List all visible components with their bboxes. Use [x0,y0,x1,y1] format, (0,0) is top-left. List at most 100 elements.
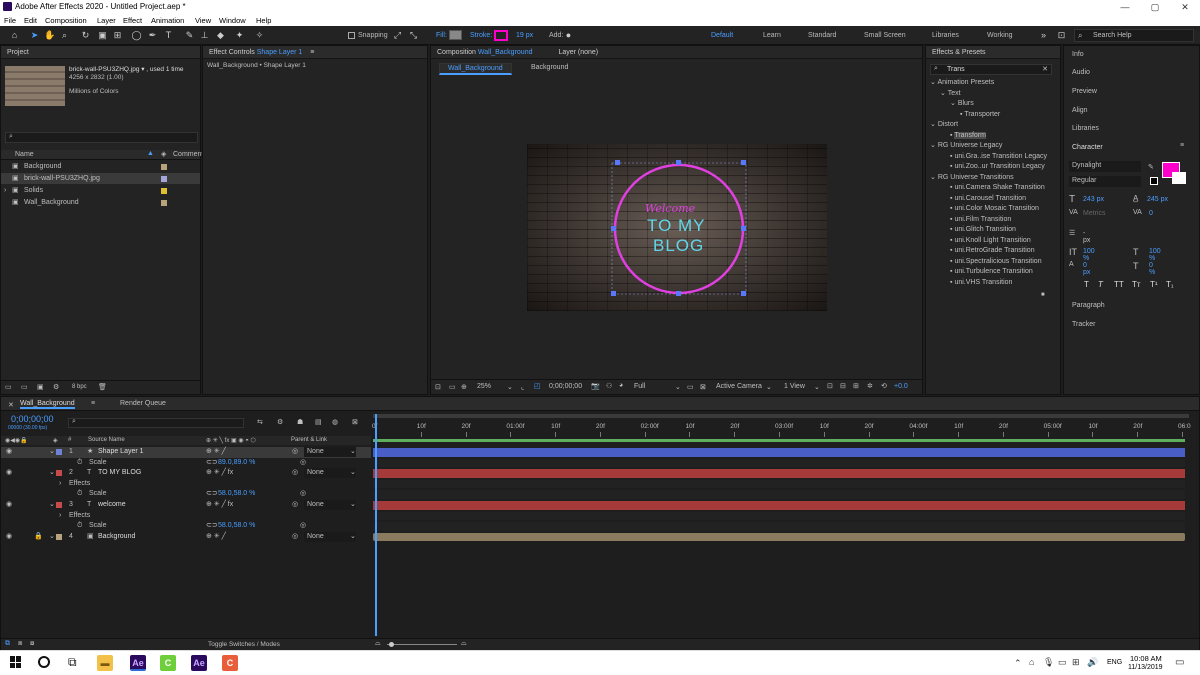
work-area-bar[interactable] [373,414,1189,418]
region-icon[interactable]: ◰ [534,382,541,390]
property-track[interactable] [373,458,1185,468]
workspace-small-screen[interactable]: Small Screen [864,32,906,39]
label-swatch[interactable] [161,164,167,170]
scale-value[interactable]: 58.0,58.0 % [218,489,255,499]
maximize-button[interactable]: ▢ [1140,0,1170,14]
puppet-tool-icon[interactable]: ✧ [254,30,265,41]
menu-effect[interactable]: Effect [123,16,142,25]
motion-blur-icon[interactable]: ◍ [332,418,338,426]
property-row[interactable]: › Effects [1,479,371,490]
col-name[interactable]: Name [15,151,34,158]
layer-name[interactable]: TO MY BLOG [98,468,141,478]
snap-feature-icon[interactable]: ⤡ [408,30,419,41]
sort-icon[interactable]: ▲ [147,150,154,157]
selection-tool-icon[interactable]: ➤ [29,30,40,41]
resolution-select[interactable]: Full [634,383,645,390]
color-channels-icon[interactable]: ◕ [619,382,623,389]
new-preset-icon[interactable]: ■ [1041,292,1045,298]
pan-behind-tool-icon[interactable]: ⊞ [112,30,123,41]
hand-tool-icon[interactable]: ✋ [44,30,55,41]
col-source-name[interactable]: Source Name [88,437,125,443]
comp-viewer-canvas[interactable]: Welcome TO MY BLOG [527,144,827,311]
pick-whip-icon[interactable]: ◎ [300,489,306,499]
layer-label-swatch[interactable] [56,449,62,455]
visibility-eye-icon[interactable]: ◉ [6,468,12,478]
clock-time[interactable]: 10:08 AM [1130,654,1162,663]
layer-name[interactable]: welcome [98,500,126,510]
roto-brush-tool-icon[interactable]: ✦ [234,30,245,41]
workspace-standard[interactable]: Standard [808,32,836,39]
magnify-icon[interactable]: ⊕ [461,383,467,391]
zoom-out-icon[interactable]: ⌓ [375,640,381,648]
notification-icon[interactable]: ▭ [1175,657,1184,668]
sync-icon[interactable]: ⊡ [1056,30,1067,41]
layer-track-bar[interactable] [373,448,1185,457]
handle-t[interactable] [676,160,681,165]
project-search-input[interactable]: ⌕ [5,132,198,143]
project-item[interactable]: ▣ Background [1,161,200,172]
fill-swatch[interactable] [449,30,462,40]
vertical-scale-value[interactable]: 100 % [1083,248,1095,262]
stroke-width-value[interactable]: 19 px [516,32,533,39]
cortana-search-icon[interactable] [38,656,50,668]
project-item[interactable]: ▣ brick-wall-PSU3ZHQ.jpg [1,173,200,184]
volume-icon[interactable]: 🔊 [1087,657,1098,668]
label-swatch[interactable] [161,176,167,182]
expand-arrow-icon[interactable]: › [59,479,61,489]
pick-whip-icon[interactable]: ◎ [292,500,298,510]
font-style-select[interactable]: Regular [1069,176,1141,187]
property-row[interactable]: ⏱ Scale ⊂⊃ 58.0,58.0 % ◎ [1,521,371,532]
timeline-current-time[interactable]: 0;00;00;00 [11,414,54,424]
expand-arrow-icon[interactable]: › [59,511,61,521]
playhead[interactable] [375,414,377,636]
handle-r[interactable] [741,226,746,231]
preview-panel-tab[interactable]: Preview [1072,86,1097,97]
search-help-field[interactable]: ⌕ Search Help [1074,29,1194,42]
font-family-select[interactable]: Dynalight [1069,161,1141,172]
project-tab[interactable]: Project [1,46,200,59]
current-time[interactable]: 0;00;00;00 [549,383,582,390]
effects-item[interactable]: ▪ Transporter [960,110,1000,121]
windows-start-icon[interactable] [10,656,22,668]
pick-whip-icon[interactable]: ◎ [292,468,298,478]
parent-select[interactable]: None [304,447,356,457]
link-icon[interactable]: ⊂⊃ [206,521,218,531]
roi-icon[interactable]: ▭ [687,383,694,391]
add-label[interactable]: Add: [549,32,563,39]
new-comp-icon[interactable]: ▣ [37,383,44,391]
stroke-color-swatch[interactable] [1172,172,1186,184]
reset-exposure-icon[interactable]: ⟲ [881,382,887,390]
link-icon[interactable]: ⊂⊃ [206,458,218,468]
effects-item[interactable]: ▪ uni.VHS Transition [950,278,1012,289]
baseline-shift-value[interactable]: 0 px [1083,262,1090,276]
show-snapshot-icon[interactable]: ⚇ [606,382,612,390]
eyedropper-icon[interactable]: ✎ [1148,163,1154,171]
visibility-eye-icon[interactable]: ◉ [6,532,12,542]
parent-select[interactable]: None [304,500,356,510]
layer-name[interactable]: Background [98,532,135,542]
effects-category[interactable]: ⌄ RG Universe Transitions [930,173,1014,184]
handle-tl[interactable] [615,160,620,165]
timeline-search-input[interactable]: ⌕ [68,418,244,428]
snap-icon[interactable]: ⤢ [392,30,403,41]
chevron-down-icon[interactable]: ⌄ [814,383,820,391]
menu-file[interactable]: File [4,16,16,25]
layer-track-bar[interactable] [373,501,1185,510]
libraries-panel-tab[interactable]: Libraries [1072,123,1099,134]
zoom-slider-thumb[interactable] [389,642,394,647]
small-caps-button[interactable]: Tт [1132,280,1141,289]
effects-category[interactable]: ⌄ RG Universe Legacy [930,141,1002,152]
people-icon[interactable]: ⌃ [1014,658,1022,669]
camtasia-icon[interactable]: C [160,655,176,671]
property-track[interactable] [373,511,1185,521]
frame-blending-icon[interactable]: ▤ [315,418,322,426]
rotate-tool-icon[interactable]: ↻ [80,30,91,41]
zoom-tool-icon[interactable]: ⌕ [59,30,70,41]
menu-window[interactable]: Window [219,16,246,25]
graph-editor-icon[interactable]: ⊠ [352,418,358,426]
brush-tool-icon[interactable]: ✎ [184,30,195,41]
label-icon[interactable]: ◈ [161,150,166,158]
property-track[interactable] [373,479,1185,489]
pen-tool-icon[interactable]: ✒ [147,30,158,41]
clone-stamp-tool-icon[interactable]: ⊥ [199,30,210,41]
